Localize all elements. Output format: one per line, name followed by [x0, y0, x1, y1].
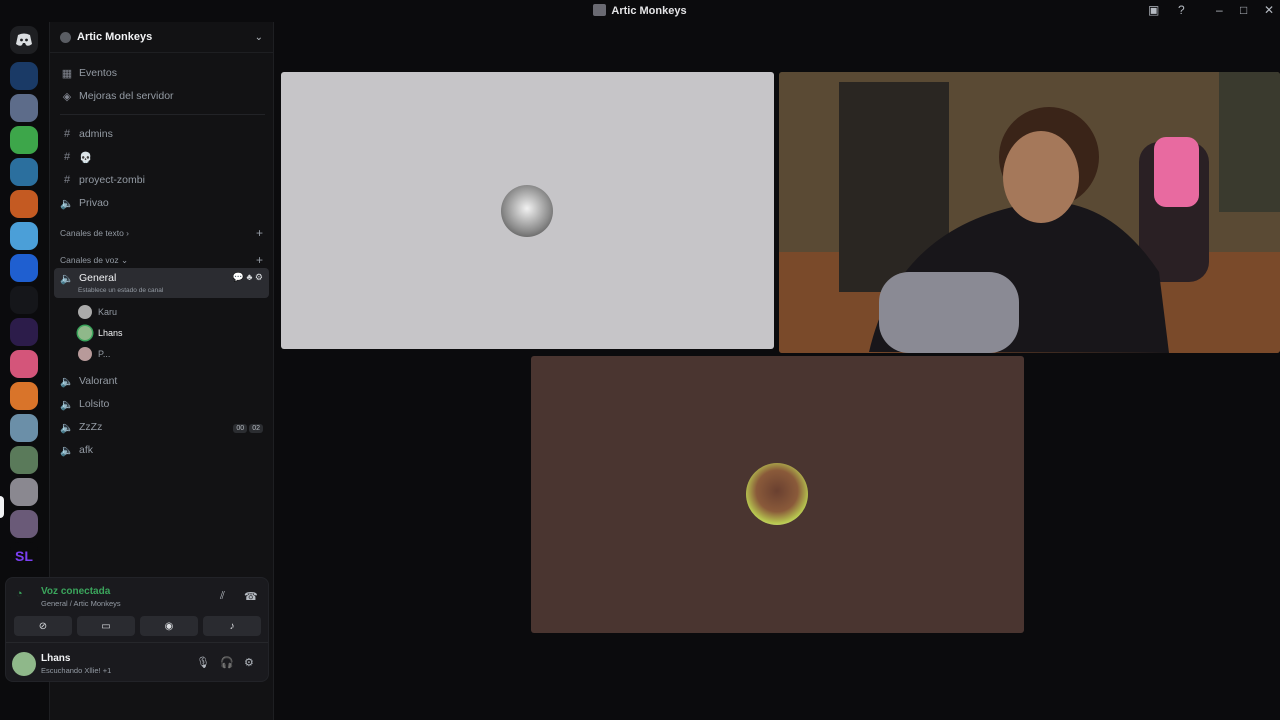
divider — [6, 642, 268, 643]
add-voice-channel-icon[interactable]: + — [256, 253, 263, 267]
server-icon-12[interactable] — [10, 414, 38, 442]
voice-member[interactable]: Karu — [78, 302, 117, 322]
divider — [60, 114, 265, 115]
category-text-channels[interactable]: Canales de texto › — [60, 228, 129, 238]
hash-icon: # — [63, 151, 71, 163]
signal-icon[interactable]: ◔ — [16, 588, 23, 600]
channel-admins[interactable]: # admins — [54, 123, 269, 145]
add-channel-icon[interactable]: + — [256, 226, 263, 240]
chevron-down-icon: ⌄ — [254, 31, 263, 43]
share-screen-button[interactable]: ▭ — [77, 616, 135, 636]
server-icon-5[interactable] — [10, 190, 38, 218]
voice-channel-lolsito[interactable]: 🔈 Lolsito — [54, 393, 269, 415]
screen-share-icon: ▭ — [101, 620, 111, 632]
speaker-icon: 🔈 — [60, 398, 74, 411]
gamepad-icon: ◉ — [164, 620, 174, 632]
server-icon — [593, 4, 607, 16]
speaker-icon: 🔈 — [60, 375, 74, 388]
channel-privao[interactable]: 🔈 Privao — [54, 192, 269, 214]
calendar-icon: ▦ — [61, 67, 73, 80]
selected-indicator — [0, 496, 4, 518]
server-icon-3[interactable] — [10, 126, 38, 154]
voice-channel-afk[interactable]: 🔈 afk — [54, 439, 269, 461]
user-name[interactable]: Lhans — [41, 653, 70, 664]
avatar — [78, 305, 92, 319]
participant-avatar — [501, 185, 553, 237]
participant-tile-p[interactable] — [531, 356, 1024, 633]
participant-tile-karu[interactable] — [281, 72, 774, 349]
guild-icon — [60, 31, 71, 43]
speaker-icon: 🔈 — [60, 273, 74, 285]
channel-proyect-zombi[interactable]: # proyect-zombi — [54, 169, 269, 191]
settings-gear-icon[interactable]: ⚙ — [244, 656, 254, 669]
minimize-button[interactable]: – — [1216, 3, 1223, 17]
inbox-icon[interactable]: ▣ — [1148, 3, 1159, 17]
server-icon-10[interactable] — [10, 350, 38, 378]
voice-stage — [275, 22, 1280, 720]
help-icon[interactable]: ? — [1178, 3, 1185, 17]
server-icon-1[interactable] — [10, 62, 38, 90]
user-activity: Escuchando Xllie! +1 — [41, 666, 112, 675]
disconnect-icon[interactable]: ☎ — [244, 590, 258, 603]
voice-channel-zzzz[interactable]: 🔈 ZzZz 00 02 — [54, 416, 269, 438]
avatar — [78, 326, 92, 340]
window-title: Artic Monkeys — [0, 4, 1280, 17]
guild-name: Artic Monkeys — [77, 31, 153, 43]
participant-tile-camera[interactable] — [779, 72, 1280, 353]
camera-button[interactable]: ⊘ — [14, 616, 72, 636]
avatar — [78, 347, 92, 361]
hash-icon: # — [63, 128, 71, 140]
server-icon-11[interactable] — [10, 382, 38, 410]
boost-icon: ◈ — [62, 90, 72, 103]
camera-feed — [779, 72, 1280, 353]
soundboard-button[interactable]: ♪ — [203, 616, 261, 636]
channel-status[interactable]: Establece un estado de canal — [78, 287, 163, 294]
title-bar: Artic Monkeys ▣ ? – □ ✕ — [0, 0, 1280, 22]
voice-connected-panel: ◔ Voz conectada General / Artic Monkeys … — [5, 577, 269, 682]
channel-skull[interactable]: # 💀 — [54, 146, 269, 168]
user-avatar[interactable] — [12, 652, 36, 676]
voice-member[interactable]: P... — [78, 344, 110, 364]
hash-icon: # — [63, 174, 71, 186]
speaker-icon: 🔈 — [60, 421, 74, 434]
maximize-button[interactable]: □ — [1240, 3, 1247, 17]
channel-user-limit: 00 02 — [231, 421, 263, 433]
events-item[interactable]: ▦ Eventos — [54, 62, 269, 84]
home-button[interactable] — [10, 26, 38, 54]
server-icon-7[interactable] — [10, 254, 38, 282]
channel-actions[interactable]: 💬 ♣ ⚙ — [233, 272, 263, 283]
voice-channel-valorant[interactable]: 🔈 Valorant — [54, 370, 269, 392]
server-icon-2[interactable] — [10, 94, 38, 122]
server-icon-15[interactable] — [10, 510, 38, 538]
speaker-icon: 🔈 — [60, 197, 74, 210]
guild-header[interactable]: Artic Monkeys ⌄ — [50, 22, 273, 53]
voice-member[interactable]: Lhans — [78, 323, 123, 343]
server-icon-8[interactable] — [10, 286, 38, 314]
camera-off-icon: ⊘ — [38, 620, 48, 632]
voice-status-subtitle[interactable]: General / Artic Monkeys — [41, 599, 121, 608]
soundboard-icon: ♪ — [229, 620, 235, 632]
server-icon-13[interactable] — [10, 446, 38, 474]
activities-button[interactable]: ◉ — [140, 616, 198, 636]
voice-status-title[interactable]: Voz conectada — [41, 586, 110, 597]
discord-icon — [16, 33, 32, 46]
close-button[interactable]: ✕ — [1264, 3, 1274, 17]
server-icon-9[interactable] — [10, 318, 38, 346]
category-voice-channels[interactable]: Canales de voz ⌄ — [60, 255, 128, 266]
server-icon-16[interactable]: SL — [10, 542, 38, 570]
server-icon-6[interactable] — [10, 222, 38, 250]
server-boost-item[interactable]: ◈ Mejoras del servidor — [54, 85, 269, 107]
server-icon-14[interactable] — [10, 478, 38, 506]
headphones-icon[interactable]: 🎧 — [220, 656, 234, 669]
participant-avatar — [746, 463, 808, 525]
microphone-icon[interactable]: 🎙 — [196, 656, 210, 669]
voice-channel-general[interactable]: 🔈 General 💬 ♣ ⚙ Establece un estado de c… — [54, 268, 269, 298]
server-icon-4[interactable] — [10, 158, 38, 186]
noise-suppression-icon[interactable]: ⫽ — [220, 590, 225, 603]
speaker-icon: 🔈 — [60, 444, 74, 457]
